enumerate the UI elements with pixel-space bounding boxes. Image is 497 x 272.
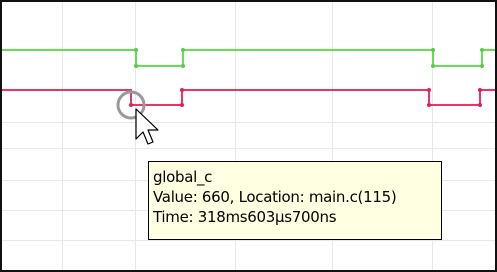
waveform-view[interactable]: global_c Value: 660, Location: main.c(11… bbox=[0, 0, 497, 272]
arrow-pointer-icon bbox=[135, 108, 159, 145]
transition-marker bbox=[427, 103, 431, 107]
signal-trace-red[interactable] bbox=[2, 88, 497, 107]
tooltip-time: Time: 318ms603μs700ns bbox=[153, 208, 337, 226]
transition-marker bbox=[181, 48, 185, 52]
transition-marker bbox=[427, 88, 431, 92]
tooltip-value-location: Value: 660, Location: main.c(115) bbox=[153, 188, 397, 206]
transition-marker bbox=[431, 64, 435, 68]
transition-marker bbox=[134, 48, 138, 52]
transition-marker bbox=[478, 103, 482, 107]
transition-marker bbox=[480, 64, 484, 68]
transition-marker bbox=[181, 64, 185, 68]
transition-marker bbox=[180, 103, 184, 107]
transition-marker bbox=[134, 64, 138, 68]
transition-marker bbox=[180, 88, 184, 92]
transition-marker bbox=[480, 48, 484, 52]
value-tooltip: global_c Value: 660, Location: main.c(11… bbox=[148, 161, 442, 240]
signal-trace-green[interactable] bbox=[2, 48, 497, 68]
tooltip-variable-name: global_c bbox=[153, 168, 213, 186]
transition-marker bbox=[478, 88, 482, 92]
transition-marker bbox=[431, 48, 435, 52]
transition-marker bbox=[129, 103, 133, 107]
